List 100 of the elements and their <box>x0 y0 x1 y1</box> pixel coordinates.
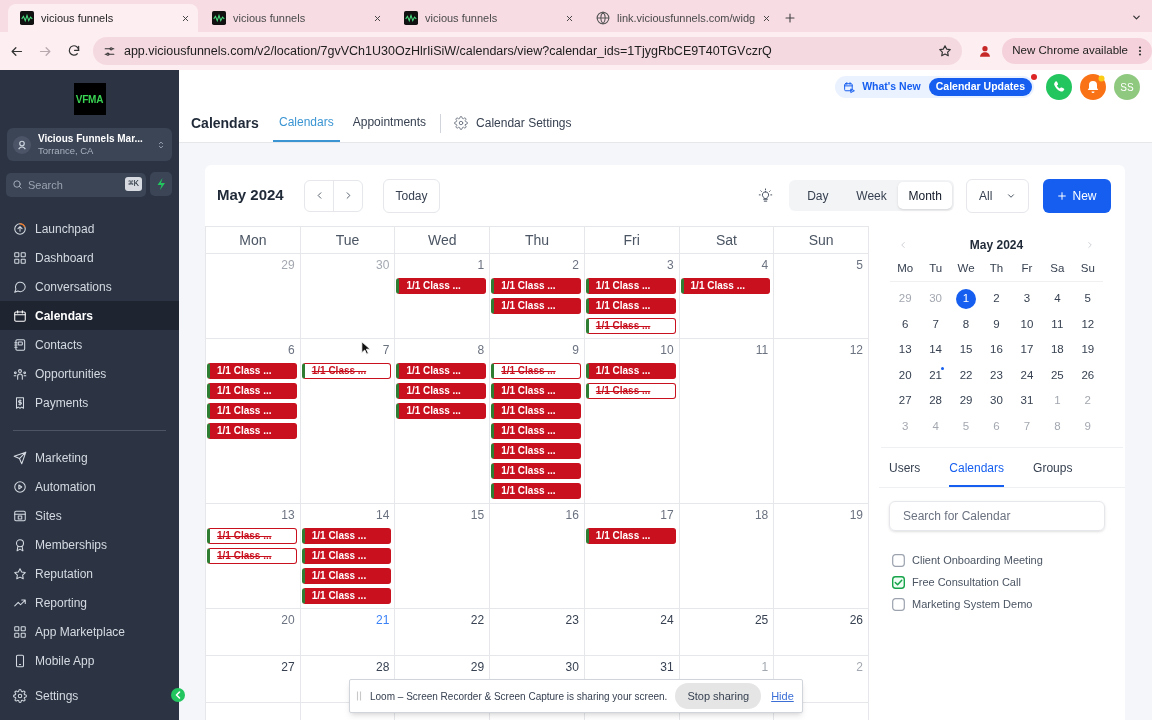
new-button[interactable]: New <box>1043 178 1111 213</box>
calendar-day[interactable]: 27 <box>895 390 916 411</box>
calendar-day[interactable]: 10 <box>1016 314 1037 335</box>
reload-icon[interactable] <box>66 44 81 58</box>
event-chip[interactable]: 1/1 Class ... <box>491 278 581 294</box>
event-chip[interactable]: 1/1 Class ... <box>207 423 297 439</box>
calendar-day[interactable]: 13 <box>895 339 916 360</box>
whats-new-button[interactable]: What's New <box>843 79 921 96</box>
calendar-day[interactable]: 17 <box>1016 339 1037 360</box>
event-chip[interactable]: 1/1 Class ... <box>396 383 487 399</box>
hide-link[interactable]: Hide <box>771 687 794 705</box>
event-chip[interactable]: 1/1 Class ... <box>491 483 581 499</box>
today-button[interactable]: Today <box>383 178 440 213</box>
calendar-updates-button[interactable]: Calendar Updates <box>928 78 1032 97</box>
calendar-settings-button[interactable]: Calendar Settings <box>454 104 572 142</box>
bell-icon[interactable] <box>1080 74 1106 101</box>
event-chip[interactable]: 1/1 Class ... <box>585 298 676 314</box>
event-chip[interactable]: 1/1 Class ... <box>207 363 297 379</box>
calendar-day[interactable]: 16 <box>986 339 1007 360</box>
event-chip[interactable]: 1/1 Class ... <box>207 528 297 544</box>
event-chip[interactable]: 1/1 Class ... <box>207 403 297 419</box>
close-icon[interactable] <box>373 13 382 23</box>
calendar-day[interactable]: 29 <box>956 390 977 411</box>
calendar-day[interactable]: 26 <box>1077 365 1098 386</box>
event-chip[interactable]: 1/1 Class ... <box>491 423 581 439</box>
calendar-day[interactable]: 24 <box>1016 365 1037 386</box>
event-chip[interactable]: 1/1 Class ... <box>396 278 487 294</box>
sidebar-item[interactable]: Reputation <box>0 559 179 588</box>
sidebar-item[interactable]: Payments <box>0 388 179 417</box>
event-chip[interactable]: 1/1 Class ... <box>301 363 392 379</box>
sidebar-item[interactable]: Contacts <box>0 330 179 359</box>
search-field[interactable]: Search for Calendar <box>889 501 1105 531</box>
calendar-day[interactable]: 11 <box>1047 314 1068 335</box>
close-icon[interactable] <box>181 13 190 23</box>
star-icon[interactable] <box>938 44 953 58</box>
event-chip[interactable]: 1/1 Class ... <box>585 318 676 334</box>
sidebar-item[interactable]: Marketing <box>0 443 179 472</box>
event-chip[interactable]: 1/1 Class ... <box>680 278 771 294</box>
event-chip[interactable]: 1/1 Class ... <box>585 528 676 544</box>
event-chip[interactable]: 1/1 Class ... <box>491 298 581 314</box>
event-chip[interactable]: 1/1 Class ... <box>207 383 297 399</box>
sidebar-item[interactable]: Sites <box>0 501 179 530</box>
calendar-day[interactable]: 4 <box>1047 288 1068 309</box>
event-chip[interactable]: 1/1 Class ... <box>301 588 392 604</box>
calendar-day[interactable]: 20 <box>895 365 916 386</box>
event-chip[interactable]: 1/1 Class ... <box>396 363 487 379</box>
calendar-day[interactable]: 19 <box>1077 339 1098 360</box>
calendar-day[interactable]: 18 <box>1047 339 1068 360</box>
close-icon[interactable] <box>762 13 772 23</box>
calendar-day[interactable]: 14 <box>925 339 946 360</box>
checkbox[interactable] <box>892 575 905 589</box>
event-chip[interactable]: 1/1 Class ... <box>491 403 581 419</box>
event-chip[interactable]: 1/1 Class ... <box>207 548 297 564</box>
calendar-day[interactable]: 9 <box>986 314 1007 335</box>
tab[interactable]: Calendars <box>949 459 1005 487</box>
sidebar-item[interactable]: Conversations <box>0 272 179 301</box>
calendar-day[interactable]: 5 <box>1077 288 1098 309</box>
lightning-icon[interactable] <box>150 172 172 196</box>
account-switcher[interactable]: Vicious Funnels Mar... Torrance, CA <box>7 128 172 161</box>
calendar-day[interactable]: 23 <box>986 365 1007 386</box>
event-chip[interactable]: 1/1 Class ... <box>585 278 676 294</box>
sidebar-item[interactable]: Automation <box>0 472 179 501</box>
person-icon[interactable] <box>978 44 993 58</box>
event-chip[interactable]: 1/1 Class ... <box>301 568 392 584</box>
event-chip[interactable]: 1/1 Class ... <box>491 443 581 459</box>
lightbulb-icon[interactable] <box>758 188 773 203</box>
sidebar-item[interactable]: Launchpad <box>0 214 179 243</box>
filter-dropdown[interactable]: All <box>966 178 1029 213</box>
calendar-day[interactable]: 31 <box>1016 390 1037 411</box>
address-bar[interactable]: app.viciousfunnels.com/v2/location/7gvVCh1U30OzHlrIiSiW/calendars/view?calendar_ids=1TjygRbCE9T40TGVczrQ <box>92 37 963 65</box>
sidebar-item[interactable]: Calendars <box>0 301 179 330</box>
calendar-day[interactable]: 6 <box>895 314 916 335</box>
event-chip[interactable]: 1/1 Class ... <box>301 528 392 544</box>
sidebar-item[interactable]: Memberships <box>0 530 179 559</box>
calendar-day[interactable]: 21 <box>925 365 946 386</box>
calendar-day[interactable]: 12 <box>1077 314 1098 335</box>
tab[interactable]: Users <box>889 459 921 487</box>
calendar-day[interactable]: 1 <box>956 288 977 309</box>
tab[interactable]: Appointments <box>346 104 433 142</box>
event-chip[interactable]: 1/1 Class ... <box>301 548 392 564</box>
event-chip[interactable]: 1/1 Class ... <box>585 363 676 379</box>
checkbox[interactable] <box>892 597 905 611</box>
close-icon[interactable] <box>565 13 574 23</box>
browser-tab[interactable]: link.viciousfunnels.com/widg <box>584 4 774 32</box>
event-chip[interactable]: 1/1 Class ... <box>396 403 487 419</box>
sidebar-item[interactable]: App Marketplace <box>0 617 179 646</box>
plus-icon[interactable] <box>784 12 796 24</box>
view-tab[interactable]: Week <box>844 182 899 209</box>
event-chip[interactable]: 1/1 Class ... <box>491 383 581 399</box>
sidebar-item[interactable]: Settings <box>0 681 150 710</box>
sliders-icon[interactable] <box>102 44 116 58</box>
sidebar-item[interactable]: Opportunities <box>0 359 179 388</box>
calendar-day[interactable]: 15 <box>956 339 977 360</box>
browser-tab[interactable]: vicious funnels <box>200 4 390 32</box>
chevron-circle-icon[interactable] <box>171 688 185 702</box>
tab[interactable]: Groups <box>1033 459 1073 487</box>
calendar-day[interactable]: 2 <box>986 288 1007 309</box>
checkbox[interactable] <box>892 553 905 567</box>
event-chip[interactable]: 1/1 Class ... <box>585 383 676 399</box>
sidebar-item[interactable]: Dashboard <box>0 243 179 272</box>
